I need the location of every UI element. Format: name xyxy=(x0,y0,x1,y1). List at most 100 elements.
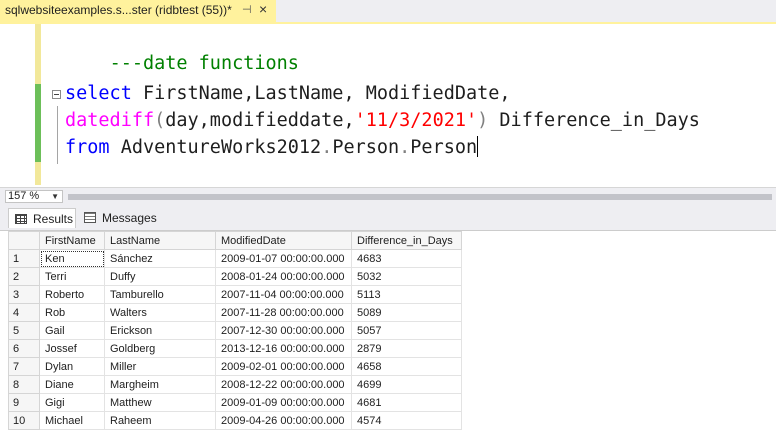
results-table: FirstName LastName ModifiedDate Differen… xyxy=(8,231,462,430)
row-number[interactable]: 5 xyxy=(8,321,40,340)
cell-lastname[interactable]: Sánchez xyxy=(104,249,216,268)
table-row[interactable]: 9 Gigi Matthew 2009-01-09 00:00:00.000 4681 xyxy=(8,393,462,412)
cell-lastname[interactable]: Raheem xyxy=(104,411,216,430)
tab-messages[interactable]: Messages xyxy=(78,208,158,228)
cell-modifieddate[interactable]: 2009-01-09 00:00:00.000 xyxy=(215,393,352,412)
cell-lastname[interactable]: Goldberg xyxy=(104,339,216,358)
row-number[interactable]: 7 xyxy=(8,357,40,376)
row-number[interactable]: 10 xyxy=(8,411,40,430)
cell-lastname[interactable]: Margheim xyxy=(104,375,216,394)
cell-firstname[interactable]: Terri xyxy=(39,267,105,286)
grid-icon xyxy=(15,214,27,224)
collapse-outline-icon[interactable] xyxy=(52,90,61,99)
table-row[interactable]: 4 Rob Walters 2007-11-28 00:00:00.000 5089 xyxy=(8,303,462,322)
cell-difference[interactable]: 4699 xyxy=(351,375,462,394)
cell-lastname[interactable]: Matthew xyxy=(104,393,216,412)
tab-messages-label: Messages xyxy=(102,211,157,225)
tab-results[interactable]: Results xyxy=(8,208,76,228)
query-tab-title: sqlwebsiteexamples.s...ster (ridbtest (5… xyxy=(5,3,232,17)
cell-modifieddate[interactable]: 2007-12-30 00:00:00.000 xyxy=(215,321,352,340)
row-number[interactable]: 3 xyxy=(8,285,40,304)
cell-modifieddate[interactable]: 2007-11-04 00:00:00.000 xyxy=(215,285,352,304)
row-number[interactable]: 4 xyxy=(8,303,40,322)
change-margin-saved xyxy=(35,84,41,162)
horizontal-scrollbar[interactable] xyxy=(68,194,772,200)
cell-lastname[interactable]: Walters xyxy=(104,303,216,322)
cell-firstname[interactable]: Gigi xyxy=(39,393,105,412)
cell-modifieddate[interactable]: 2009-01-07 00:00:00.000 xyxy=(215,249,352,268)
corner-cell[interactable] xyxy=(8,231,40,250)
header-row: FirstName LastName ModifiedDate Differen… xyxy=(8,231,462,250)
cell-firstname[interactable]: Dylan xyxy=(39,357,105,376)
table-row[interactable]: 5 Gail Erickson 2007-12-30 00:00:00.000 5057 xyxy=(8,321,462,340)
results-body: 1 Ken Sánchez 2009-01-07 00:00:00.000 4683 2 T… xyxy=(8,249,462,430)
cell-difference[interactable]: 4658 xyxy=(351,357,462,376)
zoom-dropdown[interactable]: 157 % ▼ xyxy=(5,190,63,203)
cell-difference[interactable]: 4574 xyxy=(351,411,462,430)
cell-difference[interactable]: 4683 xyxy=(351,249,462,268)
chevron-down-icon[interactable]: ▼ xyxy=(51,191,59,202)
code-paren-close: ) xyxy=(477,110,489,131)
cell-lastname[interactable]: Tamburello xyxy=(104,285,216,304)
messages-icon xyxy=(84,212,96,223)
zoom-value: 157 % xyxy=(8,190,40,202)
tab-results-label: Results xyxy=(33,212,74,226)
cell-modifieddate[interactable]: 2007-11-28 00:00:00.000 xyxy=(215,303,352,322)
results-grid[interactable]: FirstName LastName ModifiedDate Differen… xyxy=(8,231,776,433)
table-row[interactable]: 3 Roberto Tamburello 2007-11-04 00:00:00.00… xyxy=(8,285,462,304)
pin-icon[interactable]: ⊣ xyxy=(242,3,252,16)
cell-firstname[interactable]: Roberto xyxy=(39,285,105,304)
code-keyword-select: select xyxy=(65,83,132,104)
column-header-firstname[interactable]: FirstName xyxy=(39,231,105,250)
code-line-select: select FirstName,LastName, ModifiedDate, xyxy=(65,82,511,106)
query-tab[interactable]: sqlwebsiteexamples.s...ster (ridbtest (5… xyxy=(0,0,276,22)
cell-lastname[interactable]: Erickson xyxy=(104,321,216,340)
cell-difference[interactable]: 5032 xyxy=(351,267,462,286)
cell-firstname[interactable]: Michael xyxy=(39,411,105,430)
table-row[interactable]: 2 Terri Duffy 2008-01-24 00:00:00.000 5032 xyxy=(8,267,462,286)
cell-difference[interactable]: 4681 xyxy=(351,393,462,412)
cell-modifieddate[interactable]: 2009-02-01 00:00:00.000 xyxy=(215,357,352,376)
editor-status-bar: 157 % ▼ xyxy=(0,187,776,207)
table-row[interactable]: 10 Michael Raheem 2009-04-26 00:00:00.000 45… xyxy=(8,411,462,430)
code-schema: Person xyxy=(332,137,400,158)
cell-firstname[interactable]: Rob xyxy=(39,303,105,322)
cell-firstname[interactable]: Ken xyxy=(39,249,105,268)
code-line-datediff: datediff(day,modifieddate,'11/3/2021') D… xyxy=(65,109,700,133)
cell-firstname[interactable]: Diane xyxy=(39,375,105,394)
code-table: Person xyxy=(410,137,478,158)
table-row[interactable]: 8 Diane Margheim 2008-12-22 00:00:00.000 469… xyxy=(8,375,462,394)
table-row[interactable]: 1 Ken Sánchez 2009-01-07 00:00:00.000 4683 xyxy=(8,249,462,268)
cell-lastname[interactable]: Miller xyxy=(104,357,216,376)
code-dot-2: . xyxy=(399,137,411,158)
text-caret xyxy=(477,136,479,157)
table-row[interactable]: 6 Jossef Goldberg 2013-12-16 00:00:00.000 28… xyxy=(8,339,462,358)
code-paren-open: ( xyxy=(154,110,166,131)
column-header-modifieddate[interactable]: ModifiedDate xyxy=(215,231,352,250)
cell-difference[interactable]: 5113 xyxy=(351,285,462,304)
table-row[interactable]: 7 Dylan Miller 2009-02-01 00:00:00.000 4658 xyxy=(8,357,462,376)
column-header-difference[interactable]: Difference_in_Days xyxy=(351,231,462,250)
row-number[interactable]: 9 xyxy=(8,393,40,412)
row-number[interactable]: 6 xyxy=(8,339,40,358)
row-number[interactable]: 8 xyxy=(8,375,40,394)
results-tab-strip: Results Messages xyxy=(0,206,776,231)
column-header-lastname[interactable]: LastName xyxy=(104,231,216,250)
code-database: AdventureWorks2012 xyxy=(109,137,322,158)
cell-modifieddate[interactable]: 2013-12-16 00:00:00.000 xyxy=(215,339,352,358)
code-keyword-from: from xyxy=(65,137,110,158)
cell-difference[interactable]: 2879 xyxy=(351,339,462,358)
cell-difference[interactable]: 5089 xyxy=(351,303,462,322)
cell-firstname[interactable]: Jossef xyxy=(39,339,105,358)
cell-lastname[interactable]: Duffy xyxy=(104,267,216,286)
cell-modifieddate[interactable]: 2008-12-22 00:00:00.000 xyxy=(215,375,352,394)
cell-firstname[interactable]: Gail xyxy=(39,321,105,340)
query-editor[interactable]: ---date functions select FirstName,LastN… xyxy=(0,24,776,185)
row-number[interactable]: 2 xyxy=(8,267,40,286)
cell-difference[interactable]: 5057 xyxy=(351,321,462,340)
cell-modifieddate[interactable]: 2009-04-26 00:00:00.000 xyxy=(215,411,352,430)
cell-modifieddate[interactable]: 2008-01-24 00:00:00.000 xyxy=(215,267,352,286)
document-tab-strip: sqlwebsiteexamples.s...ster (ridbtest (5… xyxy=(0,0,776,24)
close-icon[interactable]: × xyxy=(259,1,267,17)
row-number[interactable]: 1 xyxy=(8,249,40,268)
